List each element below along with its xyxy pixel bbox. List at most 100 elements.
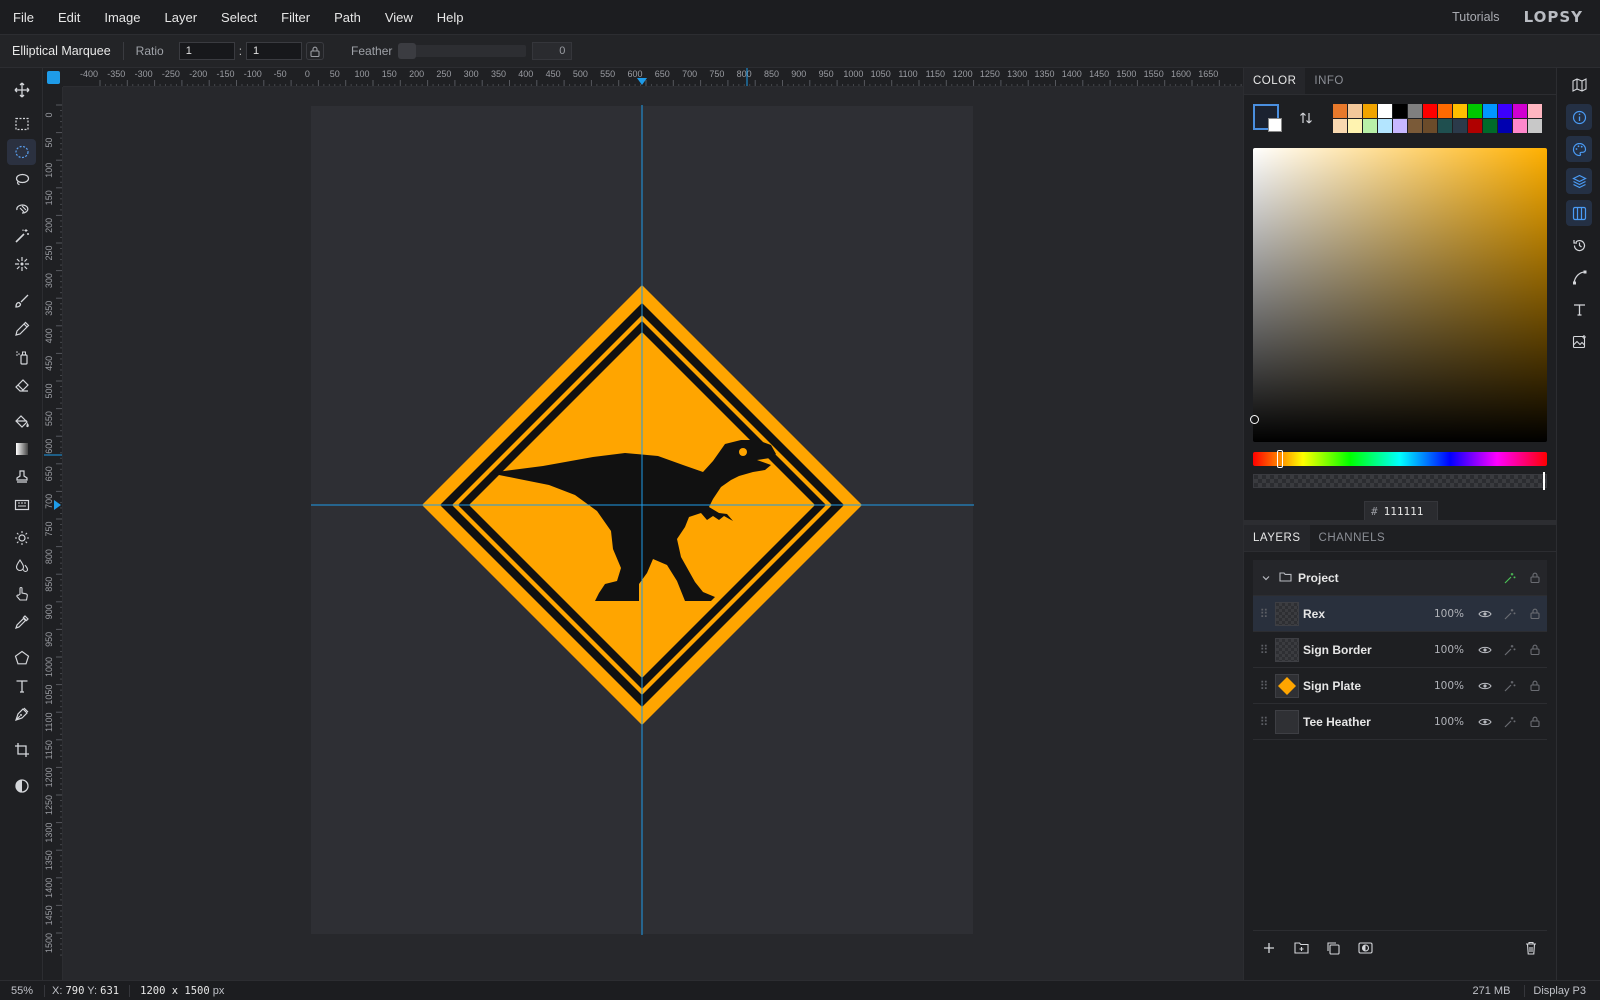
- smudge-tool[interactable]: [7, 581, 36, 607]
- palette-swatch[interactable]: [1378, 104, 1392, 118]
- info-panel-button[interactable]: [1566, 104, 1592, 130]
- tab-info[interactable]: INFO: [1305, 68, 1352, 94]
- crop-tool[interactable]: [7, 737, 36, 763]
- palette-swatch[interactable]: [1513, 119, 1527, 133]
- chevron-down-icon[interactable]: [1253, 573, 1279, 583]
- layer-opacity[interactable]: 100%: [1428, 644, 1464, 656]
- blur-tool[interactable]: [7, 553, 36, 579]
- horizontal-ruler[interactable]: -400 -350 -300 -250 -200 -150 -100 -50 0 50 100 150…: [63, 68, 1243, 87]
- palette-swatch[interactable]: [1393, 119, 1407, 133]
- palette-swatch[interactable]: [1438, 104, 1452, 118]
- rect-marquee-tool[interactable]: [7, 111, 36, 137]
- menu-file[interactable]: File: [0, 0, 46, 35]
- feather-value-input[interactable]: 0: [532, 42, 573, 60]
- drag-handle-icon[interactable]: ⠿: [1253, 679, 1275, 693]
- eraser-tool[interactable]: [7, 372, 36, 398]
- layer-name[interactable]: Sign Border: [1303, 643, 1428, 657]
- layer-opacity[interactable]: 100%: [1428, 680, 1464, 692]
- alpha-slider-thumb[interactable]: [1543, 472, 1545, 490]
- magic-wand-tool[interactable]: [7, 223, 36, 249]
- palette-swatch[interactable]: [1483, 119, 1497, 133]
- palette-swatch[interactable]: [1363, 104, 1377, 118]
- quick-select-tool[interactable]: [7, 251, 36, 277]
- magic-effects-icon[interactable]: [1497, 608, 1522, 620]
- magic-effects-icon[interactable]: [1497, 644, 1522, 656]
- eye-icon[interactable]: [1472, 717, 1497, 727]
- ruler-origin-marker[interactable]: [47, 71, 60, 84]
- palette-swatch[interactable]: [1333, 119, 1347, 133]
- image-panel-button[interactable]: [1566, 328, 1592, 354]
- drag-handle-icon[interactable]: ⠿: [1253, 643, 1275, 657]
- tab-layers[interactable]: LAYERS: [1244, 525, 1310, 551]
- history-panel-button[interactable]: [1566, 232, 1592, 258]
- tutorials-link[interactable]: Tutorials: [1452, 10, 1499, 24]
- palette-swatch[interactable]: [1348, 104, 1362, 118]
- paint-bucket-tool[interactable]: [7, 408, 36, 434]
- lasso-tool[interactable]: [7, 167, 36, 193]
- palette-swatch[interactable]: [1468, 104, 1482, 118]
- color-picker-cursor[interactable]: [1250, 415, 1259, 424]
- layer-name[interactable]: Rex: [1303, 607, 1428, 621]
- pencil-tool[interactable]: [7, 316, 36, 342]
- menu-select[interactable]: Select: [209, 0, 269, 35]
- lock-icon[interactable]: [1522, 608, 1547, 619]
- magic-effects-icon[interactable]: [1497, 680, 1522, 692]
- palette-swatch[interactable]: [1393, 104, 1407, 118]
- background-color-swatch[interactable]: [1268, 118, 1282, 132]
- hex-input[interactable]: # 111111: [1364, 501, 1438, 521]
- palette-swatch[interactable]: [1438, 119, 1452, 133]
- canvas-viewport[interactable]: [63, 87, 1243, 980]
- dodge-tool[interactable]: [7, 525, 36, 551]
- clone-stamp-tool[interactable]: [7, 464, 36, 490]
- palette-swatch[interactable]: [1333, 104, 1347, 118]
- ruler-guide-marker[interactable]: [54, 500, 61, 510]
- vertical-ruler[interactable]: 0 50 100 150 200 250 300 350 400 450 500 550 600 650 7…: [44, 87, 63, 980]
- hue-slider[interactable]: [1253, 452, 1547, 466]
- gradient-tool[interactable]: [7, 436, 36, 462]
- layer-group-project[interactable]: Project: [1253, 560, 1547, 596]
- layer-row[interactable]: ⠿ Tee Heather 100%: [1253, 704, 1547, 740]
- palette-swatch[interactable]: [1423, 104, 1437, 118]
- palette-swatch[interactable]: [1483, 104, 1497, 118]
- hex-value[interactable]: 111111: [1384, 505, 1424, 518]
- feather-slider[interactable]: [398, 43, 527, 59]
- drag-handle-icon[interactable]: ⠿: [1253, 715, 1275, 729]
- add-group-button[interactable]: [1285, 934, 1317, 962]
- layer-row[interactable]: ⠿ Sign Plate 100%: [1253, 668, 1547, 704]
- zoom-level[interactable]: 55%: [0, 985, 44, 997]
- palette-swatch[interactable]: [1468, 119, 1482, 133]
- magic-effects-icon[interactable]: [1497, 716, 1522, 728]
- pen-tool[interactable]: [7, 701, 36, 727]
- lock-icon[interactable]: [1522, 680, 1547, 691]
- text-tool[interactable]: [7, 673, 36, 699]
- eye-icon[interactable]: [1472, 609, 1497, 619]
- palette-swatch[interactable]: [1498, 119, 1512, 133]
- character-panel-button[interactable]: [1566, 296, 1592, 322]
- move-tool[interactable]: [7, 77, 36, 103]
- menu-layer[interactable]: Layer: [153, 0, 210, 35]
- spray-tool[interactable]: [7, 344, 36, 370]
- magnetic-lasso-tool[interactable]: [7, 195, 36, 221]
- palette-swatch[interactable]: [1408, 119, 1422, 133]
- elliptical-marquee-tool[interactable]: [7, 139, 36, 165]
- palette-swatch[interactable]: [1408, 104, 1422, 118]
- layer-name[interactable]: Tee Heather: [1303, 715, 1428, 729]
- color-panel-button[interactable]: [1566, 136, 1592, 162]
- shape-tool[interactable]: [7, 645, 36, 671]
- drag-handle-icon[interactable]: ⠿: [1253, 607, 1275, 621]
- brush-tool[interactable]: [7, 288, 36, 314]
- menu-path[interactable]: Path: [322, 0, 373, 35]
- duplicate-layer-button[interactable]: [1317, 934, 1349, 962]
- eye-icon[interactable]: [1472, 645, 1497, 655]
- delete-layer-button[interactable]: [1515, 934, 1547, 962]
- layer-row[interactable]: ⠿ Rex 100%: [1253, 596, 1547, 632]
- add-layer-button[interactable]: [1253, 934, 1285, 962]
- feather-slider-thumb[interactable]: [398, 43, 417, 59]
- eyedropper-tool[interactable]: [7, 609, 36, 635]
- tab-channels[interactable]: CHANNELS: [1310, 525, 1395, 551]
- ruler-corner[interactable]: [44, 68, 63, 87]
- palette-swatch[interactable]: [1378, 119, 1392, 133]
- magic-effects-icon[interactable]: [1497, 572, 1522, 584]
- layer-opacity[interactable]: 100%: [1428, 608, 1464, 620]
- ratio-height-input[interactable]: 1: [246, 42, 303, 60]
